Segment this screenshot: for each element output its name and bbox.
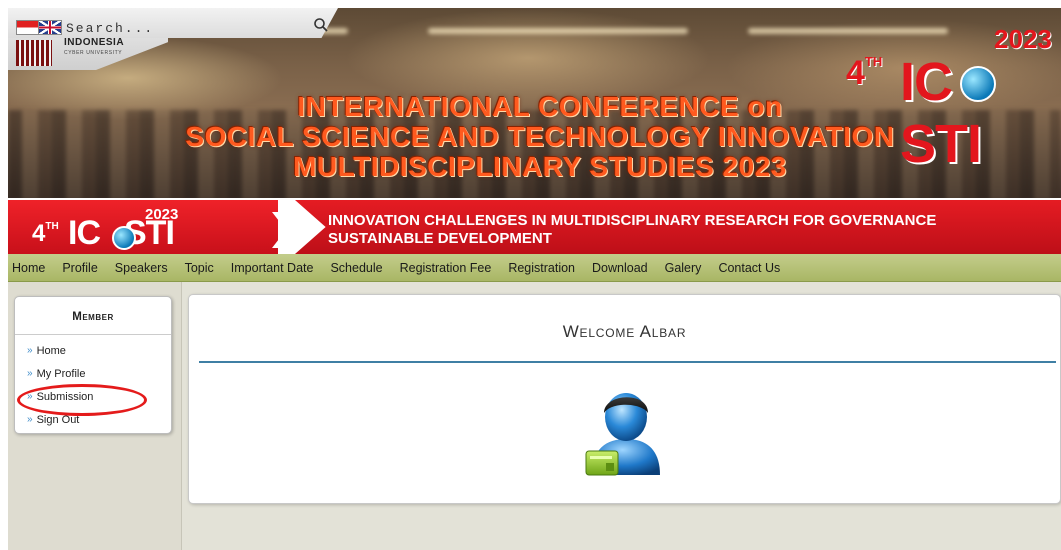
member-menu-sign-out[interactable]: » Sign Out xyxy=(27,414,93,437)
main-nav: Home Profile Speakers Topic Important Da… xyxy=(8,254,1061,282)
member-menu-label: Home xyxy=(36,345,66,357)
divider xyxy=(199,361,1056,363)
welcome-title: Welcome Albar xyxy=(562,322,687,341)
user-avatar-icon xyxy=(585,393,660,476)
nav-download[interactable]: Download xyxy=(592,261,648,275)
edition-logo-right: STI xyxy=(900,114,982,174)
conference-title-line: SOCIAL SCIENCE AND TECHNOLOGY INNOVATION xyxy=(185,121,895,152)
nav-registration[interactable]: Registration xyxy=(508,261,575,275)
strip-logo-year: 2023 xyxy=(145,206,179,223)
member-menu-label: My Profile xyxy=(36,368,86,380)
globe-icon xyxy=(960,66,996,102)
tagline-line: INNOVATION CHALLENGES IN MULTIDISCIPLINA… xyxy=(328,212,937,229)
member-panel-title: Member xyxy=(72,311,114,323)
strip-edition-number: 4TH xyxy=(32,220,59,248)
university-subtitle: CYBER UNIVERSITY xyxy=(64,50,123,56)
university-logo-icon xyxy=(16,40,52,66)
submission-highlight-annotation xyxy=(17,384,147,416)
edition-logo-left: IC xyxy=(900,52,953,112)
nav-schedule[interactable]: Schedule xyxy=(330,261,382,275)
double-chevron-icon: » xyxy=(27,414,33,425)
double-chevron-icon: » xyxy=(27,368,33,379)
divider xyxy=(15,334,171,335)
nav-home[interactable]: Home xyxy=(12,261,45,275)
member-menu-home[interactable]: » Home xyxy=(27,345,93,368)
nav-important-date[interactable]: Important Date xyxy=(231,261,314,275)
stage-light xyxy=(748,28,948,34)
double-chevron-icon: » xyxy=(27,345,33,356)
edition-number-suffix: TH xyxy=(864,54,883,69)
conference-title-line: INTERNATIONAL CONFERENCE on xyxy=(297,91,783,122)
nav-registration-fee[interactable]: Registration Fee xyxy=(400,261,492,275)
globe-icon xyxy=(112,226,136,250)
uk-flag-icon[interactable] xyxy=(38,20,62,35)
nav-profile[interactable]: Profile xyxy=(62,261,97,275)
search-icon[interactable] xyxy=(313,17,329,33)
stage-light xyxy=(428,28,688,34)
conference-title-line: MULTIDISCIPLINARY STUDIES 2023 xyxy=(293,151,787,182)
chevron-right-icon xyxy=(272,212,298,248)
nav-galery[interactable]: Galery xyxy=(665,261,702,275)
nav-topic[interactable]: Topic xyxy=(185,261,214,275)
edition-number: 4TH xyxy=(846,54,882,93)
edition-number-value: 4 xyxy=(846,54,865,92)
strip-logo-left: IC xyxy=(68,214,101,252)
strip-edition-suffix: TH xyxy=(45,221,59,232)
tagline-line: SUSTAINABLE DEVELOPMENT xyxy=(328,230,552,247)
search-input[interactable] xyxy=(66,18,306,38)
conference-title: INTERNATIONAL CONFERENCE on SOCIAL SCIEN… xyxy=(150,92,930,182)
indonesia-flag-icon[interactable] xyxy=(16,20,40,35)
conference-tagline: INNOVATION CHALLENGES IN MULTIDISCIPLINA… xyxy=(328,212,1061,248)
nav-speakers[interactable]: Speakers xyxy=(115,261,168,275)
nav-contact-us[interactable]: Contact Us xyxy=(718,261,780,275)
welcome-panel: Welcome Albar xyxy=(188,294,1061,504)
strip-edition-value: 4 xyxy=(32,220,46,247)
university-name: INDONESIA xyxy=(64,37,125,48)
